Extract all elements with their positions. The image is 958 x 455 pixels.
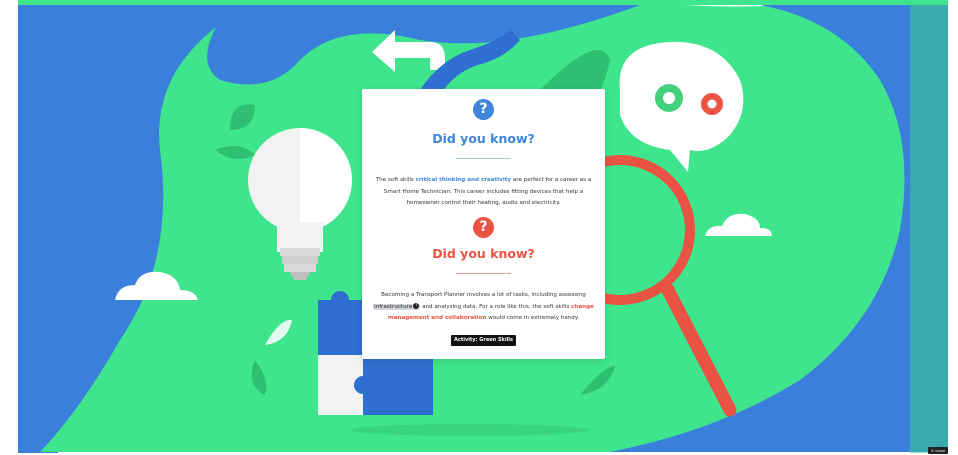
card-title-1: Did you know? [432,131,535,146]
divider-1 [456,158,511,159]
ground-shadow [350,424,590,436]
info-icon[interactable]: i [413,303,420,309]
fact-text: and analysing data. For a role like this… [420,303,572,310]
divider-2 [456,273,511,274]
fact-text: The soft skills [375,177,416,183]
fact-paragraph-1: The soft skills critical thinking and cr… [370,175,597,210]
illustration-stage: ? Did you know? The soft skills critical… [0,0,958,455]
fact-paragraph-2: Becoming a Transport Planner involves a … [370,290,597,325]
glossary-term-infrastructure[interactable]: infrastructure i [373,303,421,310]
card-title-2: Did you know? [432,246,535,261]
activity-green-skills-button[interactable]: Activity: Green Skills [451,335,516,346]
soft-skill-highlight: critical thinking and creativity [415,177,512,183]
glossary-term-label: infrastructure [374,303,413,310]
background-right-strip [910,5,948,453]
fact-text: Becoming a Transport Planner involves a … [381,292,586,298]
question-mark-icon: ? [473,99,494,120]
question-mark-icon: ? [473,217,494,238]
did-you-know-card: ? Did you know? The soft skills critical… [362,89,605,359]
fact-text: would come in extremely handy. [486,315,580,321]
close-button[interactable]: ✕ close [928,447,948,454]
